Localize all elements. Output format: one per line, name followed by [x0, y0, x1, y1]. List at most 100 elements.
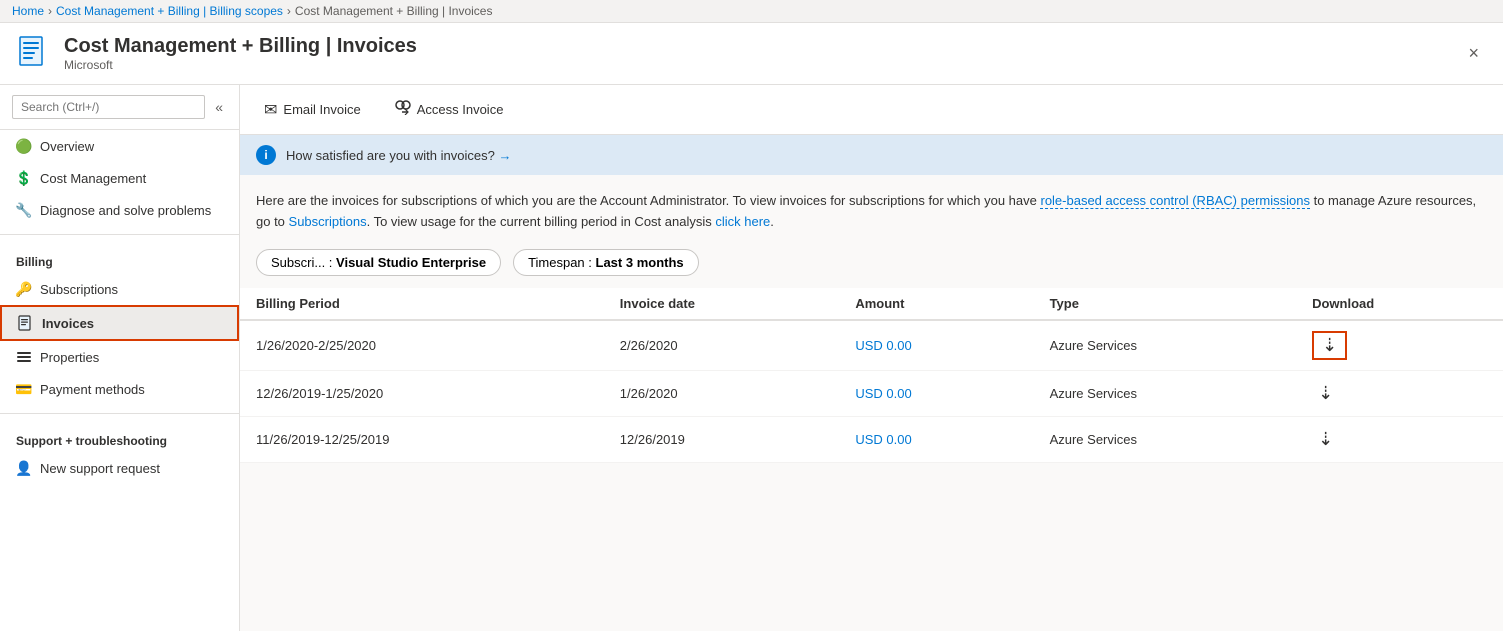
subscription-filter-value: Visual Studio Enterprise [336, 255, 486, 270]
info-banner-link[interactable]: → [498, 148, 511, 163]
email-invoice-label: Email Invoice [283, 102, 360, 117]
billing-period-3: 11/26/2019-12/25/2019 [240, 416, 604, 462]
download-button-3[interactable]: ⇣ [1312, 427, 1339, 452]
properties-icon [16, 349, 32, 365]
sidebar-divider-support [0, 413, 239, 414]
toolbar: ✉ Email Invoice Access Invoice [240, 85, 1503, 135]
billing-period-2: 12/26/2019-1/25/2020 [240, 370, 604, 416]
sidebar-item-label-support-request: New support request [40, 461, 160, 476]
sidebar-item-label-invoices: Invoices [42, 316, 94, 331]
type-2: Azure Services [1034, 370, 1297, 416]
sidebar-item-label-subscriptions: Subscriptions [40, 282, 118, 297]
subscription-filter-label: Subscri... [271, 255, 325, 270]
page-header: Cost Management + Billing | Invoices Mic… [0, 23, 1503, 85]
access-invoice-label: Access Invoice [417, 102, 504, 117]
invoice-table-header: Billing Period Invoice date Amount Type … [240, 288, 1503, 320]
access-invoice-button[interactable]: Access Invoice [385, 95, 512, 124]
page-icon [16, 36, 52, 72]
cost-management-icon: 💲 [16, 170, 32, 186]
amount-link-2[interactable]: USD 0.00 [855, 386, 911, 401]
breadcrumb-sep-2: › [287, 4, 291, 18]
table-row: 11/26/2019-12/25/2019 12/26/2019 USD 0.0… [240, 416, 1503, 462]
overview-icon: 🟢 [16, 138, 32, 154]
close-button[interactable]: × [1460, 39, 1487, 68]
subscription-filter[interactable]: Subscri... : Visual Studio Enterprise [256, 249, 501, 276]
support-request-icon: 👤 [16, 460, 32, 476]
download-3: ⇣ [1296, 416, 1503, 462]
invoices-icon [18, 315, 34, 331]
invoice-table: Billing Period Invoice date Amount Type … [240, 288, 1503, 463]
invoice-table-body: 1/26/2020-2/25/2020 2/26/2020 USD 0.00 A… [240, 320, 1503, 463]
download-2: ⇣ [1296, 370, 1503, 416]
sidebar-item-diagnose[interactable]: 🔧 Diagnose and solve problems [0, 194, 239, 226]
sidebar-collapse-button[interactable]: « [211, 97, 227, 117]
sidebar-item-label-properties: Properties [40, 350, 99, 365]
info-banner-text: How satisfied are you with invoices? → [286, 148, 511, 163]
sidebar: « 🟢 Overview 💲 Cost Management 🔧 Diagnos… [0, 85, 240, 631]
rbac-link[interactable]: role-based access control (RBAC) permiss… [1040, 193, 1309, 209]
main-layout: « 🟢 Overview 💲 Cost Management 🔧 Diagnos… [0, 85, 1503, 631]
sidebar-item-cost-management[interactable]: 💲 Cost Management [0, 162, 239, 194]
amount-2: USD 0.00 [839, 370, 1033, 416]
col-type: Type [1034, 288, 1297, 320]
sidebar-item-overview[interactable]: 🟢 Overview [0, 130, 239, 162]
amount-link-1[interactable]: USD 0.00 [855, 338, 911, 353]
page-header-left: Cost Management + Billing | Invoices Mic… [16, 35, 417, 72]
diagnose-icon: 🔧 [16, 202, 32, 218]
sidebar-item-properties[interactable]: Properties [0, 341, 239, 373]
sidebar-item-subscriptions[interactable]: 🔑 Subscriptions [0, 273, 239, 305]
download-1: ⇣ [1296, 320, 1503, 371]
col-amount: Amount [839, 288, 1033, 320]
amount-link-3[interactable]: USD 0.00 [855, 432, 911, 447]
sidebar-item-payment-methods[interactable]: 💳 Payment methods [0, 373, 239, 405]
billing-section-label: Billing [0, 243, 239, 273]
col-billing-period: Billing Period [240, 288, 604, 320]
description: Here are the invoices for subscriptions … [240, 175, 1503, 249]
email-invoice-icon: ✉ [264, 100, 277, 120]
search-input[interactable] [12, 95, 205, 119]
col-download: Download [1296, 288, 1503, 320]
invoice-table-header-row: Billing Period Invoice date Amount Type … [240, 288, 1503, 320]
download-button-2[interactable]: ⇣ [1312, 381, 1339, 406]
breadcrumb-home[interactable]: Home [12, 4, 44, 18]
invoice-date-2: 1/26/2020 [604, 370, 840, 416]
timespan-filter-label: Timespan [528, 255, 585, 270]
timespan-filter-value: Last 3 months [596, 255, 684, 270]
sidebar-item-label-overview: Overview [40, 139, 94, 154]
payment-methods-icon: 💳 [16, 381, 32, 397]
page-title-area: Cost Management + Billing | Invoices Mic… [64, 35, 417, 72]
sidebar-item-label-diagnose: Diagnose and solve problems [40, 203, 211, 218]
sidebar-item-label-cost-management: Cost Management [40, 171, 146, 186]
download-button-1[interactable]: ⇣ [1312, 331, 1347, 360]
timespan-filter[interactable]: Timespan : Last 3 months [513, 249, 699, 276]
info-icon: i [256, 145, 276, 165]
subscriptions-link[interactable]: Subscriptions [289, 214, 367, 229]
sidebar-item-support-request[interactable]: 👤 New support request [0, 452, 239, 484]
support-section-label: Support + troubleshooting [0, 422, 239, 452]
amount-1: USD 0.00 [839, 320, 1033, 371]
filters: Subscri... : Visual Studio Enterprise Ti… [240, 249, 1503, 288]
amount-3: USD 0.00 [839, 416, 1033, 462]
invoice-date-1: 2/26/2020 [604, 320, 840, 371]
breadcrumb-sep-1: › [48, 4, 52, 18]
table-row: 1/26/2020-2/25/2020 2/26/2020 USD 0.00 A… [240, 320, 1503, 371]
breadcrumb-billing-scopes[interactable]: Cost Management + Billing | Billing scop… [56, 4, 283, 18]
email-invoice-button[interactable]: ✉ Email Invoice [256, 96, 369, 124]
info-banner: i How satisfied are you with invoices? → [240, 135, 1503, 175]
sidebar-item-invoices[interactable]: Invoices [0, 305, 239, 341]
sidebar-search-area: « [0, 85, 239, 130]
table-row: 12/26/2019-1/25/2020 1/26/2020 USD 0.00 … [240, 370, 1503, 416]
page-title: Cost Management + Billing | Invoices [64, 35, 417, 58]
col-invoice-date: Invoice date [604, 288, 840, 320]
subscriptions-icon: 🔑 [16, 281, 32, 297]
click-here-link[interactable]: click here [715, 214, 770, 229]
invoice-table-container: Billing Period Invoice date Amount Type … [240, 288, 1503, 463]
type-1: Azure Services [1034, 320, 1297, 371]
desc-text-after: . To view usage for the current billing … [367, 214, 716, 229]
breadcrumb-current: Cost Management + Billing | Invoices [295, 4, 493, 18]
desc-text-end: . [770, 214, 774, 229]
invoice-date-3: 12/26/2019 [604, 416, 840, 462]
type-3: Azure Services [1034, 416, 1297, 462]
desc-text-before: Here are the invoices for subscriptions … [256, 193, 1040, 208]
content-area: ✉ Email Invoice Access Invoice i H [240, 85, 1503, 631]
